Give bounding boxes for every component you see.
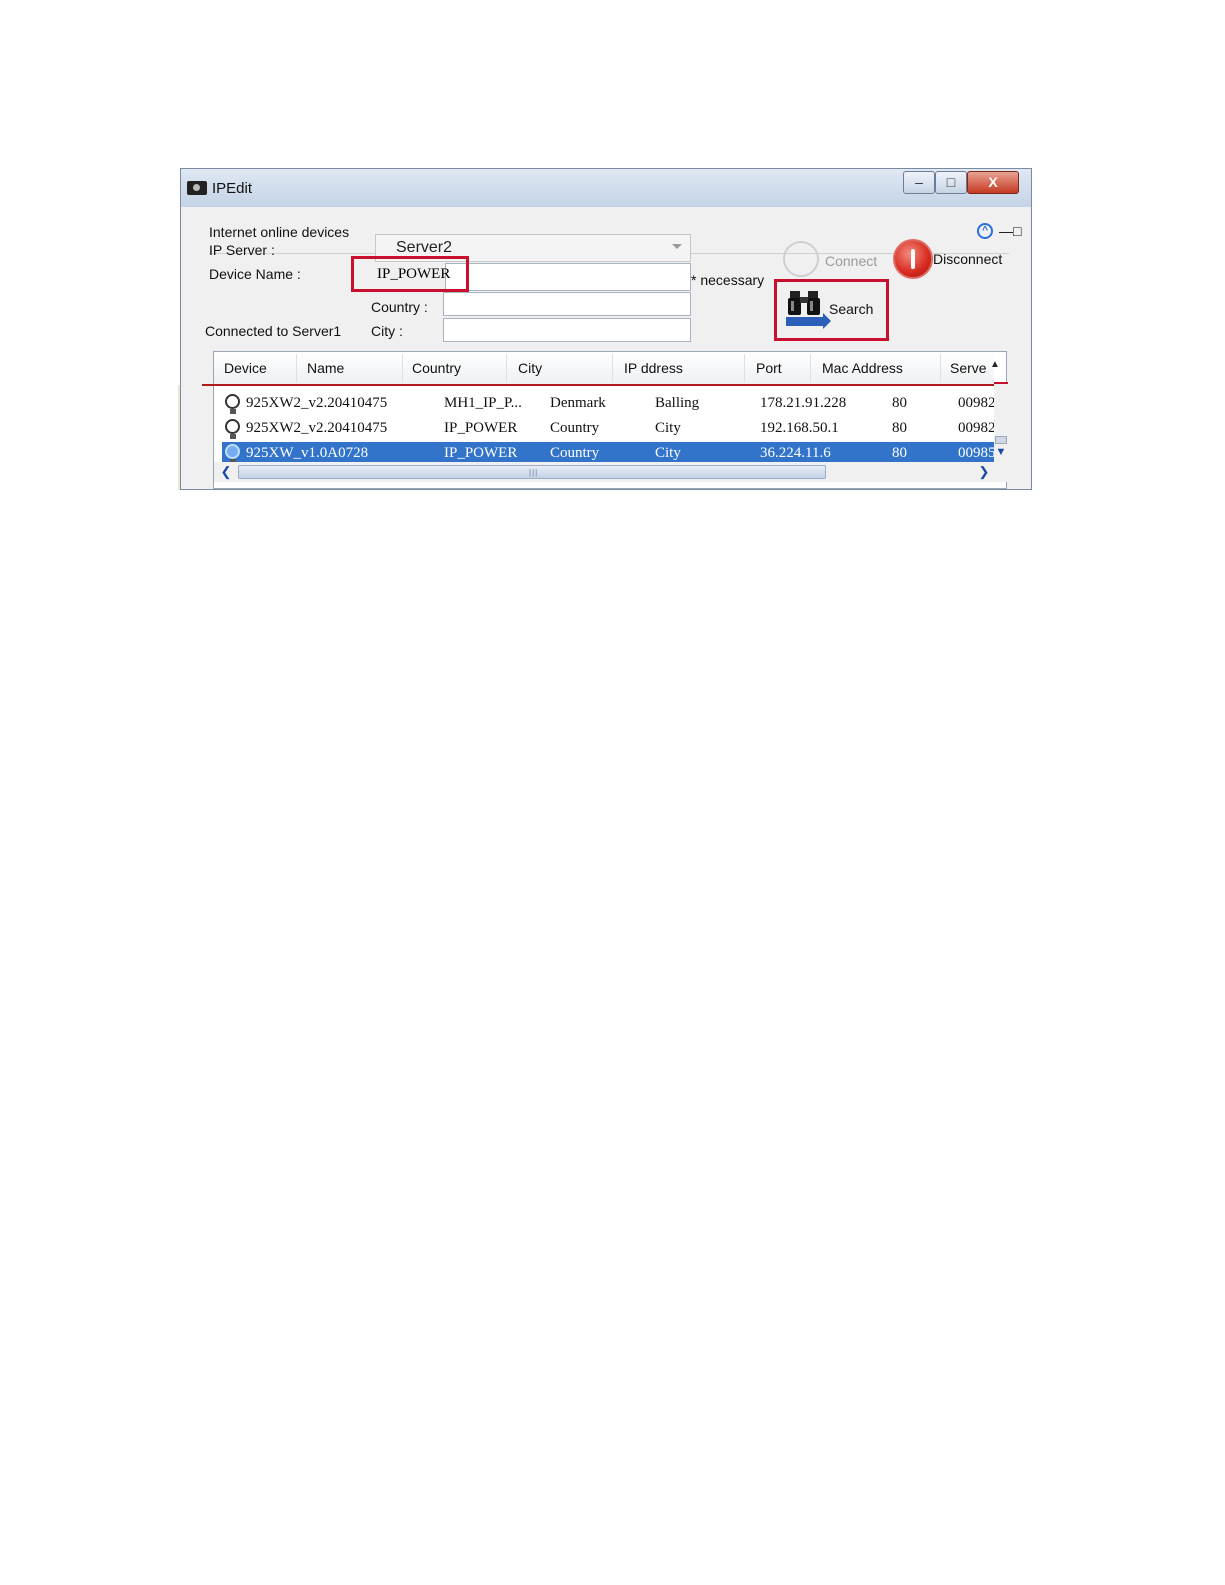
scroll-left-icon[interactable]: ❮ <box>218 464 234 480</box>
pin-icon[interactable]: —□ <box>999 223 1021 239</box>
ip-server-value: Server2 <box>396 239 453 256</box>
close-button[interactable]: X <box>967 171 1019 194</box>
column-divider[interactable] <box>940 354 941 382</box>
cell-server: 00982 <box>958 395 996 411</box>
table-row[interactable]: 925XW2_v2.20410475 IP_POWER Country City… <box>222 417 998 441</box>
device-name-label: Device Name : <box>209 266 301 282</box>
device-list[interactable]: Device Name Country City IP ddress Port … <box>202 351 1008 489</box>
power-icon[interactable] <box>893 239 933 279</box>
connect-button[interactable]: Connect <box>825 253 877 269</box>
red-separator-line <box>202 384 1008 386</box>
cell-device: 925XW_v1.0A0728 <box>246 445 369 461</box>
table-row[interactable]: 925XW2_v2.20410475 MH1_IP_P... Denmark B… <box>222 392 998 416</box>
city-label: City : <box>371 323 403 339</box>
cell-device: 925XW2_v2.20410475 <box>246 395 388 411</box>
device-name-highlight <box>351 256 469 292</box>
cell-country: Country <box>550 420 600 436</box>
cell-ip: 36.224.11.6 <box>760 445 831 461</box>
vertical-scroll-thumb[interactable] <box>995 436 1007 444</box>
ip-server-label: IP Server : <box>209 242 275 258</box>
bulb-icon <box>225 444 240 464</box>
device-name-input[interactable] <box>445 263 691 291</box>
window-title: IPEdit <box>212 180 253 197</box>
title-bar[interactable]: IPEdit – □ X <box>181 169 1031 207</box>
minimize-button[interactable]: – <box>903 171 935 194</box>
list-header: Device Name Country City IP ddress Port … <box>214 352 994 385</box>
column-country[interactable]: Country <box>412 360 461 376</box>
cell-port: 80 <box>892 395 907 411</box>
cell-server: 00985 <box>958 445 996 461</box>
column-server[interactable]: Serve <box>950 360 987 376</box>
column-port[interactable]: Port <box>756 360 782 376</box>
cell-city: Balling <box>655 395 700 411</box>
column-divider[interactable] <box>296 354 297 382</box>
country-input[interactable] <box>443 292 691 316</box>
cell-server: 00982 <box>958 420 996 436</box>
sort-ascending-icon[interactable]: ▲ <box>990 359 1004 373</box>
city-input[interactable] <box>443 318 691 342</box>
cell-port: 80 <box>892 420 907 436</box>
chevron-down-icon <box>672 244 682 249</box>
connect-icon[interactable] <box>783 241 819 277</box>
cell-city: City <box>655 445 681 461</box>
column-ip-address[interactable]: IP ddress <box>624 360 683 376</box>
main-panel: Internet online devices IP Server : Devi… <box>185 207 1029 489</box>
column-divider[interactable] <box>506 354 507 382</box>
column-device[interactable]: Device <box>224 360 267 376</box>
app-camera-icon <box>187 181 207 195</box>
column-divider[interactable] <box>402 354 403 382</box>
binoculars-icon[interactable] <box>788 289 820 317</box>
scroll-down-icon[interactable]: ▼ <box>994 444 1008 460</box>
column-city[interactable]: City <box>518 360 542 376</box>
cell-name: IP_POWER <box>444 420 518 436</box>
column-mac-address[interactable]: Mac Address <box>822 360 903 376</box>
bulb-icon <box>225 419 240 439</box>
column-divider[interactable] <box>744 354 745 382</box>
vertical-scrollbar[interactable]: ▼ <box>994 384 1008 462</box>
cell-country: Country <box>550 445 600 461</box>
horizontal-scrollbar[interactable]: ❮ ||| ❯ <box>214 462 1008 482</box>
cell-ip: 192.168.50.1 <box>760 420 839 436</box>
horizontal-scroll-thumb[interactable]: ||| <box>238 465 826 479</box>
search-button[interactable]: Search <box>829 301 873 317</box>
cell-ip: 178.21.91.228 <box>760 395 847 411</box>
connection-status: Connected to Server1 <box>205 323 342 339</box>
maximize-button[interactable]: □ <box>935 171 967 194</box>
cell-port: 80 <box>892 445 907 461</box>
cell-device: 925XW2_v2.20410475 <box>246 420 388 436</box>
ipedit-window: IPEdit – □ X Internet online devices IP … <box>180 168 1032 490</box>
column-divider[interactable] <box>612 354 613 382</box>
disconnect-button[interactable]: Disconnect <box>933 251 1002 267</box>
cell-country: Denmark <box>550 395 606 411</box>
cell-city: City <box>655 420 681 436</box>
collapse-up-icon[interactable]: ^ <box>977 223 993 239</box>
arrow-right-icon <box>786 313 831 329</box>
cell-name: MH1_IP_P... <box>444 395 522 411</box>
grip-icon: ||| <box>529 468 539 477</box>
group-label: Internet online devices <box>209 224 350 240</box>
country-label: Country : <box>371 299 428 315</box>
cell-name: IP_POWER <box>444 445 518 461</box>
necessary-note: * necessary <box>691 272 765 288</box>
column-divider[interactable] <box>810 354 811 382</box>
scroll-right-icon[interactable]: ❯ <box>976 464 992 480</box>
bulb-icon <box>225 394 240 414</box>
column-name[interactable]: Name <box>307 360 344 376</box>
